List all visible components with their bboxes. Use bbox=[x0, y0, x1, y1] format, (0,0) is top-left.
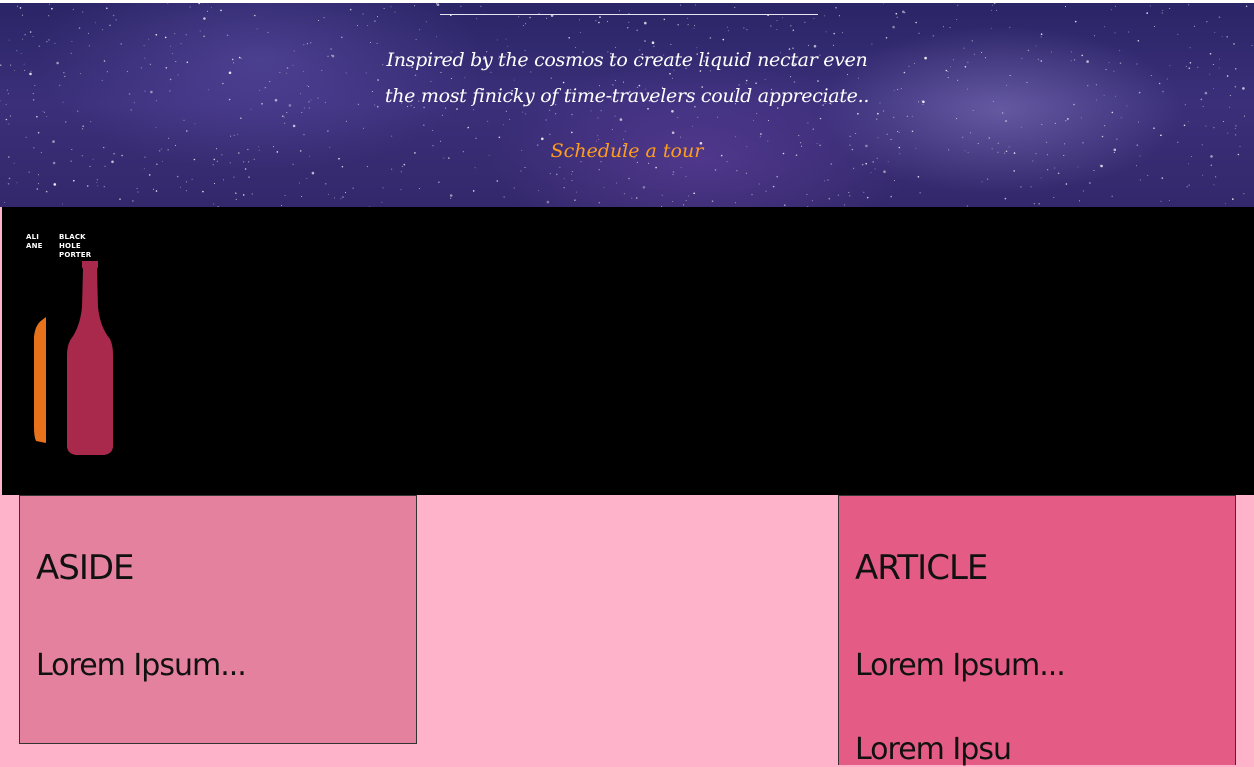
tagline-line-2: the most finicky of time-travelers could… bbox=[384, 85, 870, 107]
bottle-black-hole-porter-icon[interactable] bbox=[64, 259, 118, 457]
article-paragraph: Lorem Ipsum... bbox=[855, 648, 1066, 683]
bottle-label-line: HOLE bbox=[59, 242, 81, 250]
bottle-label-black-hole-porter: BLACK HOLE PORTER bbox=[59, 233, 91, 260]
bottle-label-line: BLACK bbox=[59, 233, 86, 241]
schedule-tour-link[interactable]: Schedule a tour bbox=[527, 140, 727, 162]
article-heading: ARTICLE bbox=[855, 548, 988, 588]
article-panel: ARTICLE Lorem Ipsum... Lorem Ipsu bbox=[838, 495, 1236, 767]
product-showcase: ALI ANE BLACK HOLE PORTER bbox=[2, 207, 1254, 495]
bottle-label-aliane: ALI ANE bbox=[26, 233, 43, 251]
tagline-line-1: Inspired by the cosmos to create liquid … bbox=[386, 49, 868, 71]
hero-tagline: Inspired by the cosmos to create liquid … bbox=[300, 42, 954, 114]
bottle-label-line: ALI bbox=[26, 233, 40, 241]
article-paragraph: Lorem Ipsu bbox=[855, 732, 1012, 767]
bottle-label-line: ANE bbox=[26, 242, 43, 250]
top-border bbox=[0, 0, 1254, 3]
aside-panel: ASIDE Lorem Ipsum... bbox=[19, 495, 417, 744]
hero-divider bbox=[440, 14, 818, 15]
page-gutter bbox=[1237, 495, 1254, 755]
hero-banner: Inspired by the cosmos to create liquid … bbox=[0, 0, 1254, 207]
bottle-aliane-icon[interactable] bbox=[32, 317, 46, 445]
aside-heading: ASIDE bbox=[36, 548, 135, 588]
aside-paragraph: Lorem Ipsum... bbox=[36, 648, 247, 683]
